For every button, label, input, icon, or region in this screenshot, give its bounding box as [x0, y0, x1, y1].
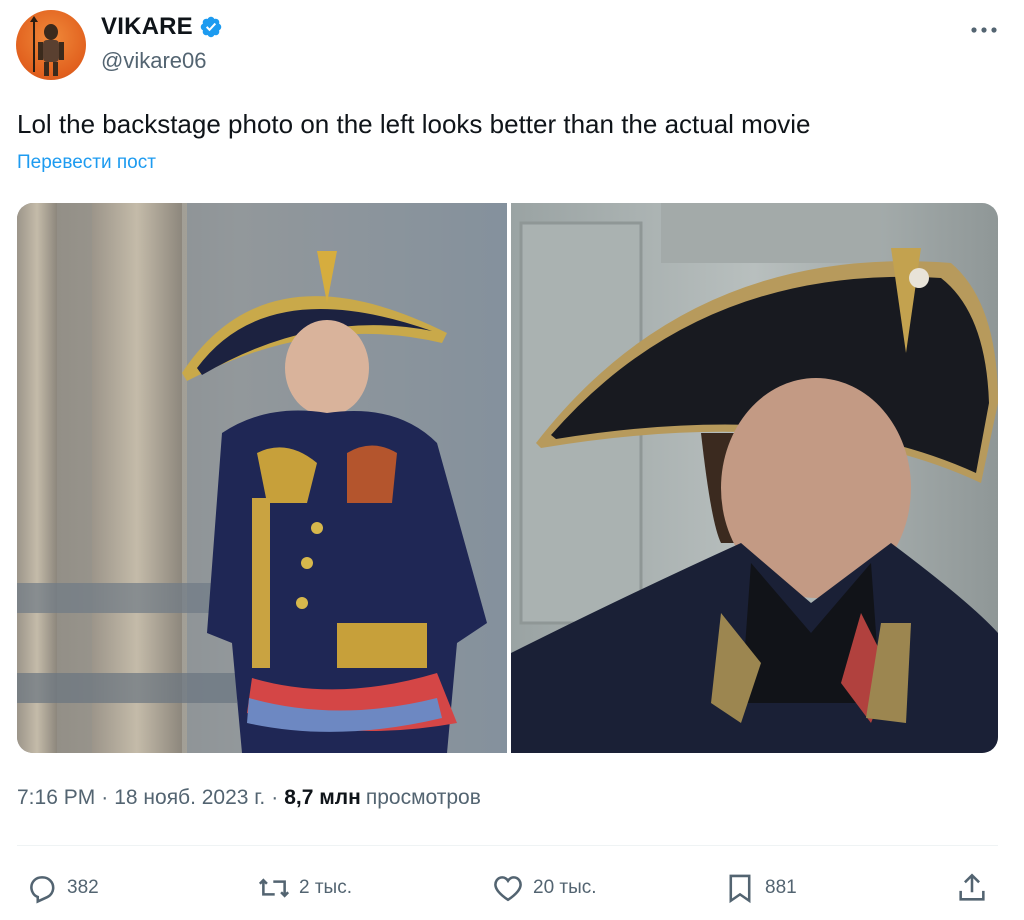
more-options-button[interactable]: [968, 18, 1000, 42]
translate-post-link[interactable]: Перевести пост: [17, 152, 156, 174]
tweet-text: Lol the backstage photo on the left look…: [17, 109, 811, 139]
timestamp-time[interactable]: 7:16 PM: [17, 786, 95, 810]
repost-count: 2 тыс.: [299, 877, 352, 898]
handle[interactable]: @vikare06: [101, 48, 223, 74]
bookmark-count: 881: [765, 877, 797, 898]
backstage-photo[interactable]: [17, 203, 507, 753]
bookmark-button[interactable]: 881: [723, 866, 797, 910]
divider: [17, 845, 998, 846]
more-dots-icon: [971, 27, 997, 33]
share-icon: [959, 873, 985, 901]
reply-icon: [30, 876, 55, 904]
timestamp-date[interactable]: 18 нояб. 2023 г.: [114, 786, 265, 810]
meta-separator: ·: [271, 786, 279, 809]
like-icon: [494, 876, 522, 902]
bookmark-icon: [729, 874, 751, 904]
author-block: VIKARE @vikare06: [101, 12, 223, 74]
verified-badge-icon: [199, 15, 223, 39]
reply-count: 382: [67, 877, 99, 898]
tweet-header: VIKARE @vikare06: [16, 10, 1008, 80]
avatar[interactable]: [16, 10, 86, 80]
like-button[interactable]: 20 тыс.: [491, 866, 597, 910]
display-name[interactable]: VIKARE: [101, 13, 193, 41]
meta-separator: ·: [101, 786, 109, 809]
repost-button[interactable]: 2 тыс.: [257, 866, 352, 910]
media-grid: [17, 203, 998, 753]
reply-button[interactable]: 382: [25, 866, 99, 910]
share-button[interactable]: [955, 866, 989, 910]
like-count: 20 тыс.: [533, 877, 597, 898]
action-bar: 382 2 тыс. 20 тыс. 881: [17, 866, 998, 910]
tweet-meta: 7:16 PM · 18 нояб. 2023 г. · 8,7 млн про…: [17, 786, 481, 810]
views-label: просмотров: [365, 786, 481, 809]
repost-icon: [258, 878, 290, 898]
views-count[interactable]: 8,7 млн: [284, 786, 361, 810]
movie-still-photo[interactable]: [511, 203, 998, 753]
